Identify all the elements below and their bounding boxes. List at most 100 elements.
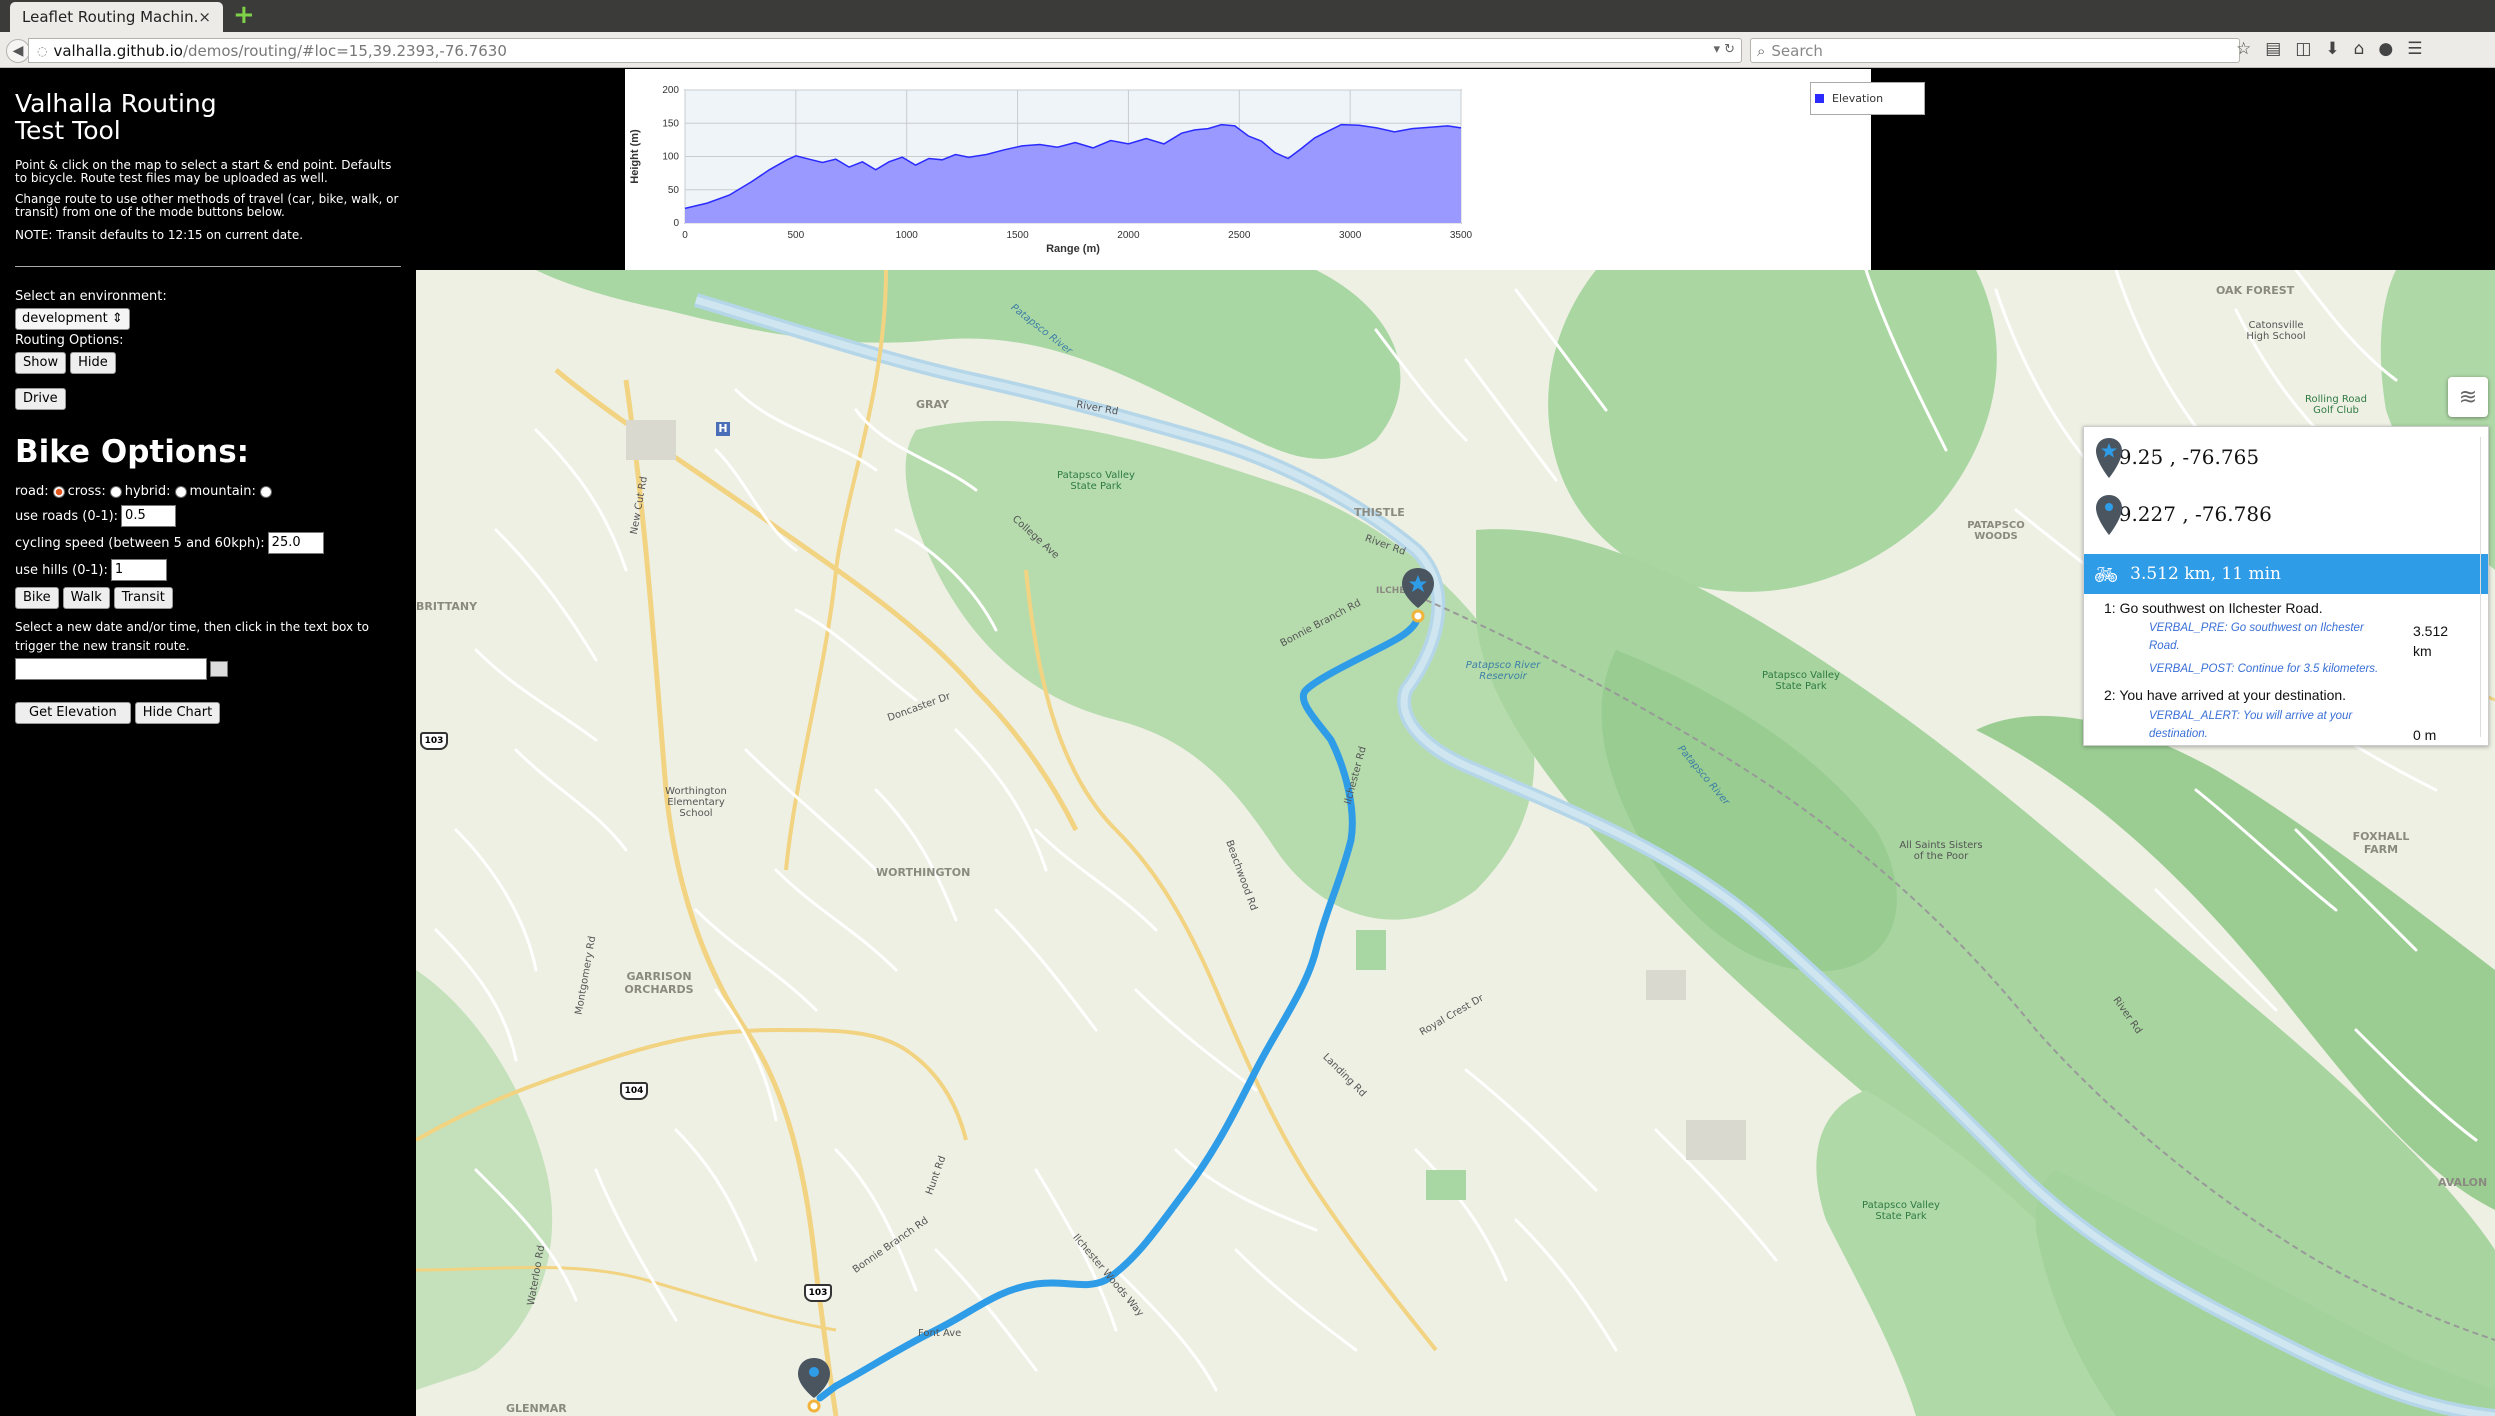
- bike-options-heading: Bike Options:: [15, 434, 250, 470]
- new-tab-icon[interactable]: +: [233, 2, 257, 28]
- bookmark-star-icon[interactable]: ☆: [2236, 39, 2251, 59]
- environment-value: development: [22, 311, 108, 326]
- y-tick-label: 100: [662, 152, 679, 163]
- map-label: BRITTANY: [416, 600, 478, 613]
- end-waypoint[interactable]: 39.227 , -76.786: [2094, 494, 2272, 535]
- verbal-pre: VERBAL_PRE: Go southwest on Ilchester Ro…: [2149, 622, 2364, 652]
- instruction-2[interactable]: 2: You have arrived at your destination.: [2104, 687, 2346, 703]
- start-waypoint[interactable]: 39.25 , -76.765: [2094, 437, 2260, 478]
- x-axis-label: Range (m): [1046, 243, 1100, 255]
- map-label: THISTLE: [1354, 506, 1405, 519]
- cross-label: cross:: [67, 484, 106, 499]
- download-icon[interactable]: ⬇: [2325, 39, 2339, 59]
- browser-tab[interactable]: Leaflet Routing Machin... ×: [10, 2, 223, 32]
- map-label: Patapsco Valley State Park: [1862, 1200, 1940, 1222]
- transit-note: NOTE: Transit defaults to 12:15 on curre…: [15, 228, 304, 242]
- instruction-1[interactable]: 1: Go southwest on Ilchester Road.: [2104, 600, 2323, 616]
- route-summary[interactable]: 🚲︎ 3.512 km, 11 min: [2084, 554, 2488, 594]
- get-elevation-button[interactable]: Get Elevation: [15, 702, 131, 724]
- url-bar[interactable]: ◌ valhalla.github.io/demos/routing/#loc=…: [28, 38, 1742, 63]
- browser-window: Leaflet Routing Machin... × + ◀ ◌ valhal…: [0, 0, 2495, 1416]
- divider: [15, 266, 401, 267]
- title-line-2: Test Tool: [15, 116, 121, 145]
- drive-button[interactable]: Drive: [15, 388, 66, 410]
- verbal-alert: VERBAL_ALERT: You will arrive at your de…: [2149, 710, 2353, 740]
- close-tab-icon[interactable]: ×: [198, 8, 211, 26]
- mountain-label: mountain:: [189, 484, 256, 499]
- use-hills-input[interactable]: 1: [110, 559, 167, 581]
- start-coordinates: 39.25 , -76.765: [2106, 445, 2260, 469]
- tab-title: Leaflet Routing Machin...: [22, 8, 199, 26]
- y-tick-label: 0: [673, 218, 679, 229]
- pocket-icon[interactable]: ◫: [2295, 39, 2311, 59]
- routing-itinerary: 39.25 , -76.765 39.227 , -76.786 🚲︎ 3.51…: [2083, 426, 2489, 746]
- navigation-bar: ◀ ◌ valhalla.github.io/demos/routing/#lo…: [0, 32, 2495, 68]
- bike-button[interactable]: Bike: [15, 587, 59, 609]
- destination-marker-icon: [2096, 495, 2122, 535]
- menu-icon[interactable]: ☰: [2407, 39, 2422, 59]
- environment-select[interactable]: development ⇕: [15, 308, 130, 330]
- map-label: FOXHALL FARM: [2352, 830, 2410, 856]
- mountain-radio[interactable]: [259, 485, 272, 498]
- map-label: Worthington Elementary School: [665, 786, 727, 819]
- verbal-post: VERBAL_POST: Continue for 3.5 kilometers…: [2149, 663, 2379, 675]
- calendar-icon[interactable]: [210, 661, 228, 677]
- map-label: Catonsville High School: [2246, 320, 2306, 342]
- end-marker[interactable]: [794, 1356, 834, 1416]
- home-icon[interactable]: ⌂: [2354, 39, 2365, 59]
- x-tick-label: 0: [682, 230, 688, 241]
- reload-icon[interactable]: ▾ ↻: [1713, 42, 1735, 57]
- road-radio[interactable]: [52, 485, 65, 498]
- y-tick-label: 150: [662, 118, 679, 129]
- x-tick-label: 1500: [1006, 230, 1029, 241]
- cross-radio[interactable]: [109, 485, 122, 498]
- map[interactable]: Patapsco River River Rd River Rd GRAY Pa…: [416, 270, 2495, 1416]
- back-icon[interactable]: ◀: [6, 39, 30, 63]
- toolbar-icons: ☆ ▤ ◫ ⬇ ⌂ ● ☰: [2236, 39, 2423, 59]
- hide-chart-button[interactable]: Hide Chart: [134, 702, 221, 724]
- end-coordinates: 39.227 , -76.786: [2106, 502, 2272, 526]
- title-line-1: Valhalla Routing: [15, 89, 217, 118]
- map-label: GARRISON ORCHARDS: [624, 970, 694, 996]
- control-panel: Valhalla Routing Test Tool Point & click…: [0, 69, 415, 1416]
- map-label: PATAPSCO WOODS: [1967, 520, 2025, 542]
- x-tick-label: 3000: [1339, 230, 1362, 241]
- map-label: GRAY: [916, 398, 949, 411]
- intro-text: Point & click on the map to select a sta…: [15, 158, 392, 185]
- road-label: road:: [15, 484, 49, 499]
- show-options-button[interactable]: Show: [15, 352, 67, 374]
- map-label: AVALON: [2438, 1176, 2488, 1189]
- start-marker[interactable]: [1398, 566, 1438, 626]
- legend-swatch: [1815, 94, 1824, 103]
- cycling-speed-input[interactable]: 25.0: [267, 532, 324, 554]
- tab-strip: Leaflet Routing Machin... × +: [0, 0, 2495, 32]
- chat-icon[interactable]: ●: [2378, 39, 2393, 59]
- chart-legend: Elevation: [1810, 82, 1925, 115]
- x-tick-label: 2500: [1228, 230, 1251, 241]
- instruction-1-distance: 3.512 km: [2413, 623, 2449, 659]
- y-tick-label: 200: [662, 85, 679, 96]
- search-placeholder: Search: [1771, 41, 1823, 60]
- search-input[interactable]: ⌕ Search: [1750, 38, 2240, 63]
- bicycle-icon: 🚲︎: [2094, 563, 2119, 586]
- date-time-input[interactable]: [15, 658, 207, 680]
- route-103-shield: 103: [420, 732, 448, 750]
- hybrid-radio[interactable]: [174, 485, 187, 498]
- use-hills-label: use hills (0-1):: [15, 562, 108, 578]
- elevation-chart-svg: 0 500 1000 1500 2000 2500 3000 3500 0 50 100 150 200…: [629, 85, 1473, 255]
- use-roads-input[interactable]: 0.5: [121, 505, 177, 527]
- transit-button[interactable]: Transit: [113, 587, 173, 609]
- search-icon: ⌕: [1757, 41, 1766, 60]
- layers-icon[interactable]: ≋: [2448, 377, 2488, 417]
- env-label: Select an environment:: [15, 289, 167, 304]
- x-tick-label: 500: [788, 230, 805, 241]
- bookmarks-list-icon[interactable]: ▤: [2265, 39, 2281, 59]
- star-marker-icon: [2096, 438, 2122, 478]
- itinerary-scrollbar[interactable]: [2480, 437, 2486, 737]
- map-label: Patapsco Valley State Park: [1057, 470, 1135, 492]
- map-label: Rolling Road Golf Club: [2305, 394, 2367, 416]
- map-label: Font Ave: [918, 1328, 962, 1339]
- elevation-chart: 0 500 1000 1500 2000 2500 3000 3500 0 50 100 150 200…: [625, 69, 1871, 270]
- hide-options-button[interactable]: Hide: [70, 352, 116, 374]
- walk-button[interactable]: Walk: [62, 587, 110, 609]
